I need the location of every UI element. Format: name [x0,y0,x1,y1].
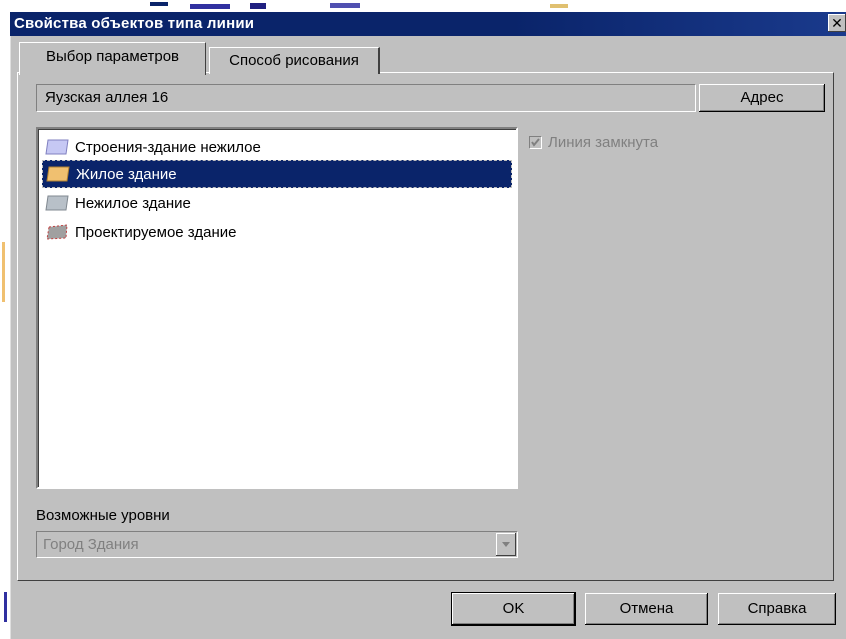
help-button[interactable]: Справка [718,593,836,625]
object-type-list[interactable]: Строения-здание нежилое Жилое здание Неж… [36,127,518,489]
list-item-label: Жилое здание [76,165,177,183]
background-edge-mark [2,242,5,302]
tab-label: Способ рисования [229,52,359,69]
tab-label: Выбор параметров [45,48,180,65]
background-edge [0,12,10,639]
list-item[interactable]: Жилое здание [42,160,512,188]
cancel-button[interactable]: Отмена [585,593,708,625]
tab-select-parameters[interactable]: Выбор параметров [19,42,206,75]
closed-line-checkbox[interactable]: Линия замкнута [529,133,658,151]
ok-button[interactable]: OK [452,593,575,625]
close-button[interactable]: ✕ [828,14,846,32]
checkmark-icon [531,137,540,147]
list-item-label: Нежилое здание [75,194,191,212]
address-value: Яузская аллея 16 [45,89,169,106]
background-window [0,0,846,12]
list-item[interactable]: Нежилое здание [42,189,512,217]
close-icon: ✕ [831,15,843,31]
chevron-down-icon [502,542,510,547]
levels-selected-value: Город Здания [43,536,139,553]
address-field[interactable]: Яузская аллея 16 [36,84,696,112]
polygon-swatch-icon [45,139,69,155]
polygon-swatch-icon [46,166,70,182]
levels-dropdown[interactable]: Город Здания [36,531,518,558]
background-decoration [150,2,568,9]
dropdown-button[interactable] [496,533,516,556]
dashed-polygon-swatch-icon [46,224,68,240]
levels-label: Возможные уровни [36,507,170,524]
title-bar[interactable]: Свойства объектов типа линии ✕ [10,12,846,36]
checkbox-label: Линия замкнута [548,133,659,151]
checkbox-box[interactable] [529,135,542,149]
address-button[interactable]: Адрес [699,84,825,112]
address-button-label: Адрес [740,89,784,106]
help-button-label: Справка [747,600,807,617]
background-edge-mark [4,592,7,622]
cancel-button-label: Отмена [619,600,674,617]
list-item-label: Проектируемое здание [75,223,237,241]
polygon-swatch-icon [45,195,69,211]
list-item[interactable]: Строения-здание нежилое [42,133,512,161]
list-item-label: Строения-здание нежилое [75,138,261,156]
ok-button-label: OK [502,600,525,617]
list-item[interactable]: Проектируемое здание [42,218,512,246]
tab-drawing-method[interactable]: Способ рисования [209,47,380,74]
window-title: Свойства объектов типа линии [14,15,255,32]
